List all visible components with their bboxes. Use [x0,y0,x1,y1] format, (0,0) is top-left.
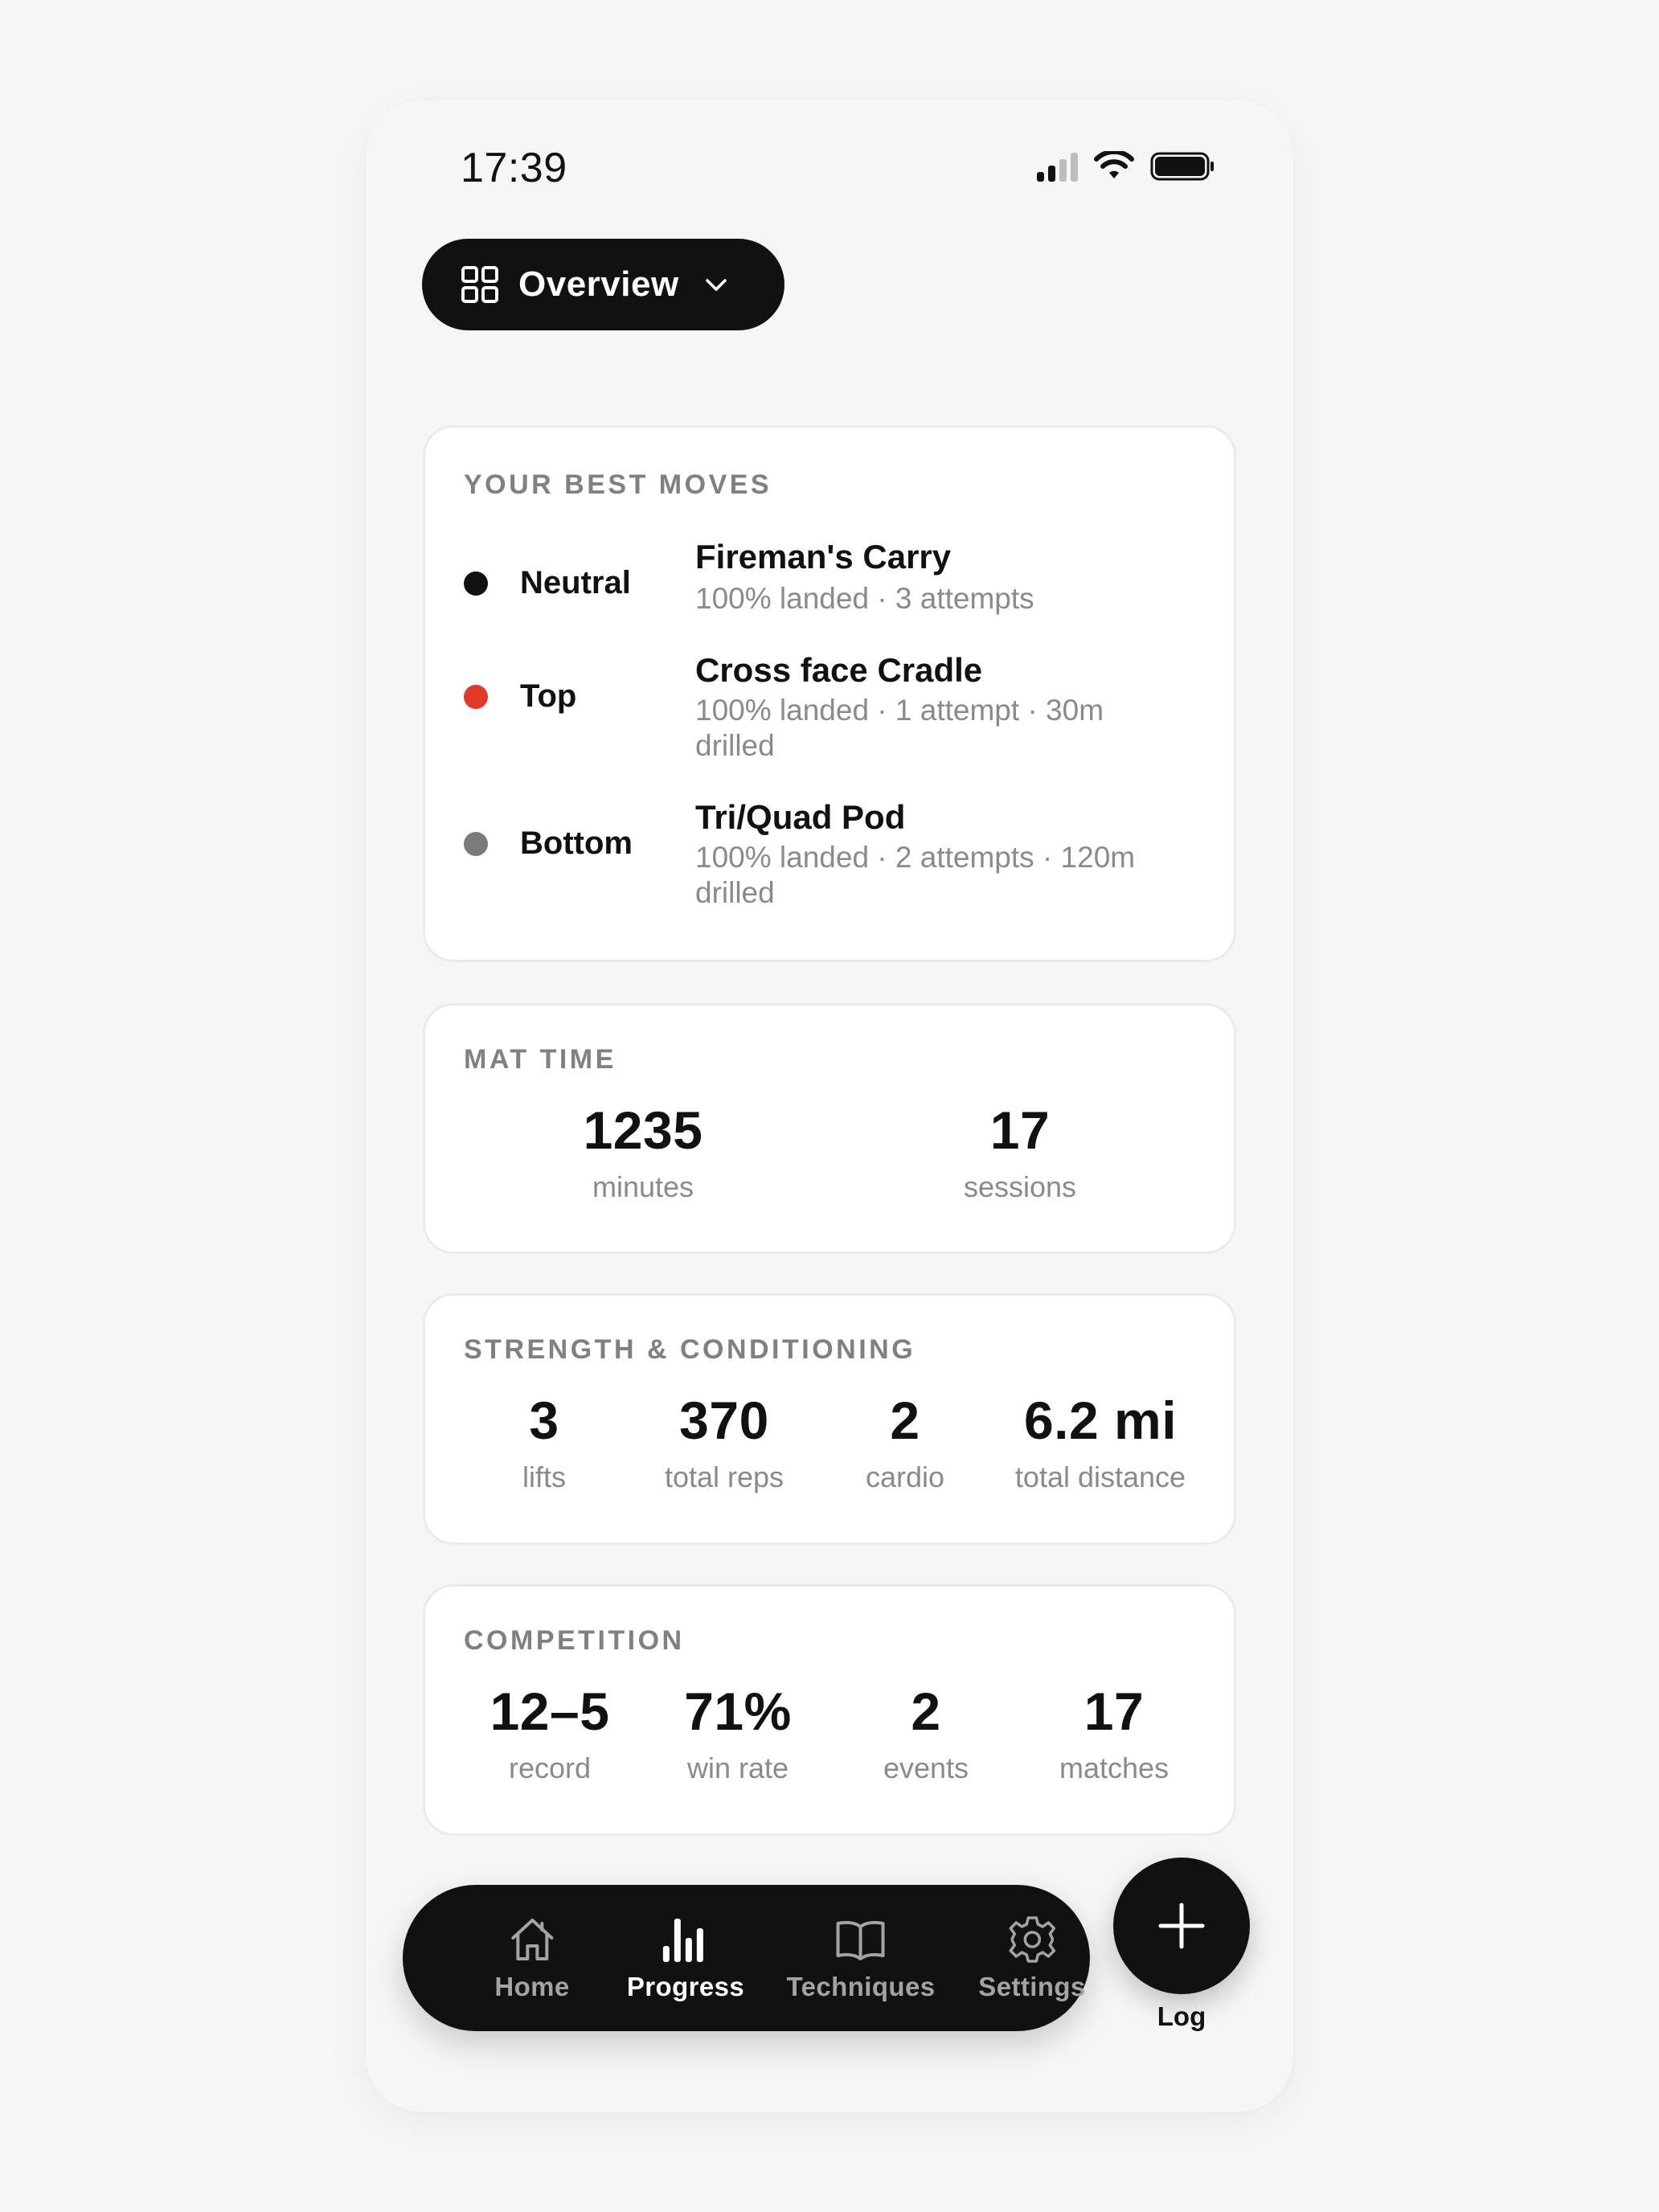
stat-events: 2 events [883,1681,969,1785]
move-detail: 100% landed · 2 attempts · 120m drilled [695,841,1136,909]
view-selector-dropdown[interactable]: Overview [422,239,784,330]
stat-win-rate: 71% win rate [684,1681,792,1785]
stat-label: matches [1059,1751,1169,1784]
position-dot [464,832,488,856]
tab-techniques[interactable]: Techniques [787,1885,936,2031]
stat-value: 12–5 [490,1682,610,1741]
stat-value: 3 [529,1391,559,1450]
move-name: Fireman's Carry [695,538,952,576]
stat-record: 12–5 record [490,1681,610,1785]
stat-value: 17 [989,1100,1051,1160]
stat-value: 370 [679,1391,769,1450]
tab-label: Settings [978,1972,1086,2001]
log-button-label: Log [1157,2001,1206,2031]
home-icon [510,1919,553,1960]
stat-label: total distance [1014,1460,1186,1493]
move-name: Cross face Cradle [695,651,983,689]
gear-icon [1009,1916,1055,1963]
tab-label: Progress [626,1972,745,2001]
status-time: 17:39 [461,145,567,191]
mat-time-card: MAT TIME 1235 minutes 17 sessions [423,1003,1236,1254]
stat-value: 6.2 mi [1023,1391,1178,1450]
view-selector-label: Overview [518,264,679,304]
grid-icon [461,266,498,303]
status-icons [1037,151,1216,182]
move-position: Bottom [520,825,633,861]
stat-value: 2 [911,1682,941,1741]
stat-cardio: 2 cardio [866,1390,944,1494]
mat-time-title: MAT TIME [464,1044,616,1075]
strength-conditioning-card: STRENGTH & CONDITIONING 3 lifts 370 tota… [423,1293,1236,1545]
stat-label: minutes [592,1170,694,1203]
move-detail: 100% landed · 3 attempts [695,582,1034,615]
log-button[interactable] [1113,1858,1250,1994]
stat-total-reps: 370 total reps [665,1390,784,1494]
stat-minutes: 1235 minutes [584,1100,703,1204]
stat-label: sessions [963,1170,1077,1203]
phone-screen: 17:39 Overview YOUR BEST MOVES Neutral F… [366,100,1293,2112]
bottom-tab-bar: Home Progress Techniques Settings [403,1885,1090,2031]
position-dot [464,685,488,709]
position-dot [464,571,488,596]
tab-settings[interactable]: Settings [978,1885,1085,2031]
tab-label: Techniques [786,1972,936,2001]
stat-value: 17 [1083,1682,1145,1741]
stat-label: win rate [686,1751,789,1784]
bar-chart-icon [663,1919,703,1962]
stat-label: events [883,1751,969,1784]
chevron-down-icon [705,279,727,291]
book-icon [836,1920,885,1960]
tab-home[interactable]: Home [494,1885,569,2031]
stat-value: 71% [684,1682,792,1741]
stat-total-distance: 6.2 mi total distance [1015,1390,1186,1494]
stat-value: 2 [890,1391,920,1450]
cellular-signal-icon [1037,151,1078,182]
move-position: Top [520,678,577,714]
stat-label: total reps [664,1460,784,1493]
stat-label: cardio [865,1460,945,1493]
stat-sessions: 17 sessions [964,1100,1076,1204]
stat-matches: 17 matches [1059,1681,1169,1785]
strength-title: STRENGTH & CONDITIONING [464,1334,916,1365]
wifi-icon [1094,151,1134,178]
best-moves-title: YOUR BEST MOVES [464,469,772,500]
stat-lifts: 3 lifts [522,1390,566,1494]
move-position: Neutral [520,565,631,600]
competition-card: COMPETITION 12–5 record 71% win rate 2 e… [423,1584,1236,1836]
stat-label: lifts [522,1460,566,1493]
battery-icon [1150,152,1214,181]
best-moves-card: YOUR BEST MOVES Neutral Fireman's Carry … [423,425,1236,962]
move-name: Tri/Quad Pod [695,798,906,836]
plus-icon [1158,1903,1205,1949]
move-detail: 100% landed · 1 attempt · 30m drilled [695,694,1104,762]
competition-title: COMPETITION [464,1625,685,1656]
stat-value: 1235 [583,1100,703,1160]
tab-progress[interactable]: Progress [627,1885,744,2031]
tab-label: Home [494,1972,570,2001]
stat-label: record [508,1751,592,1784]
